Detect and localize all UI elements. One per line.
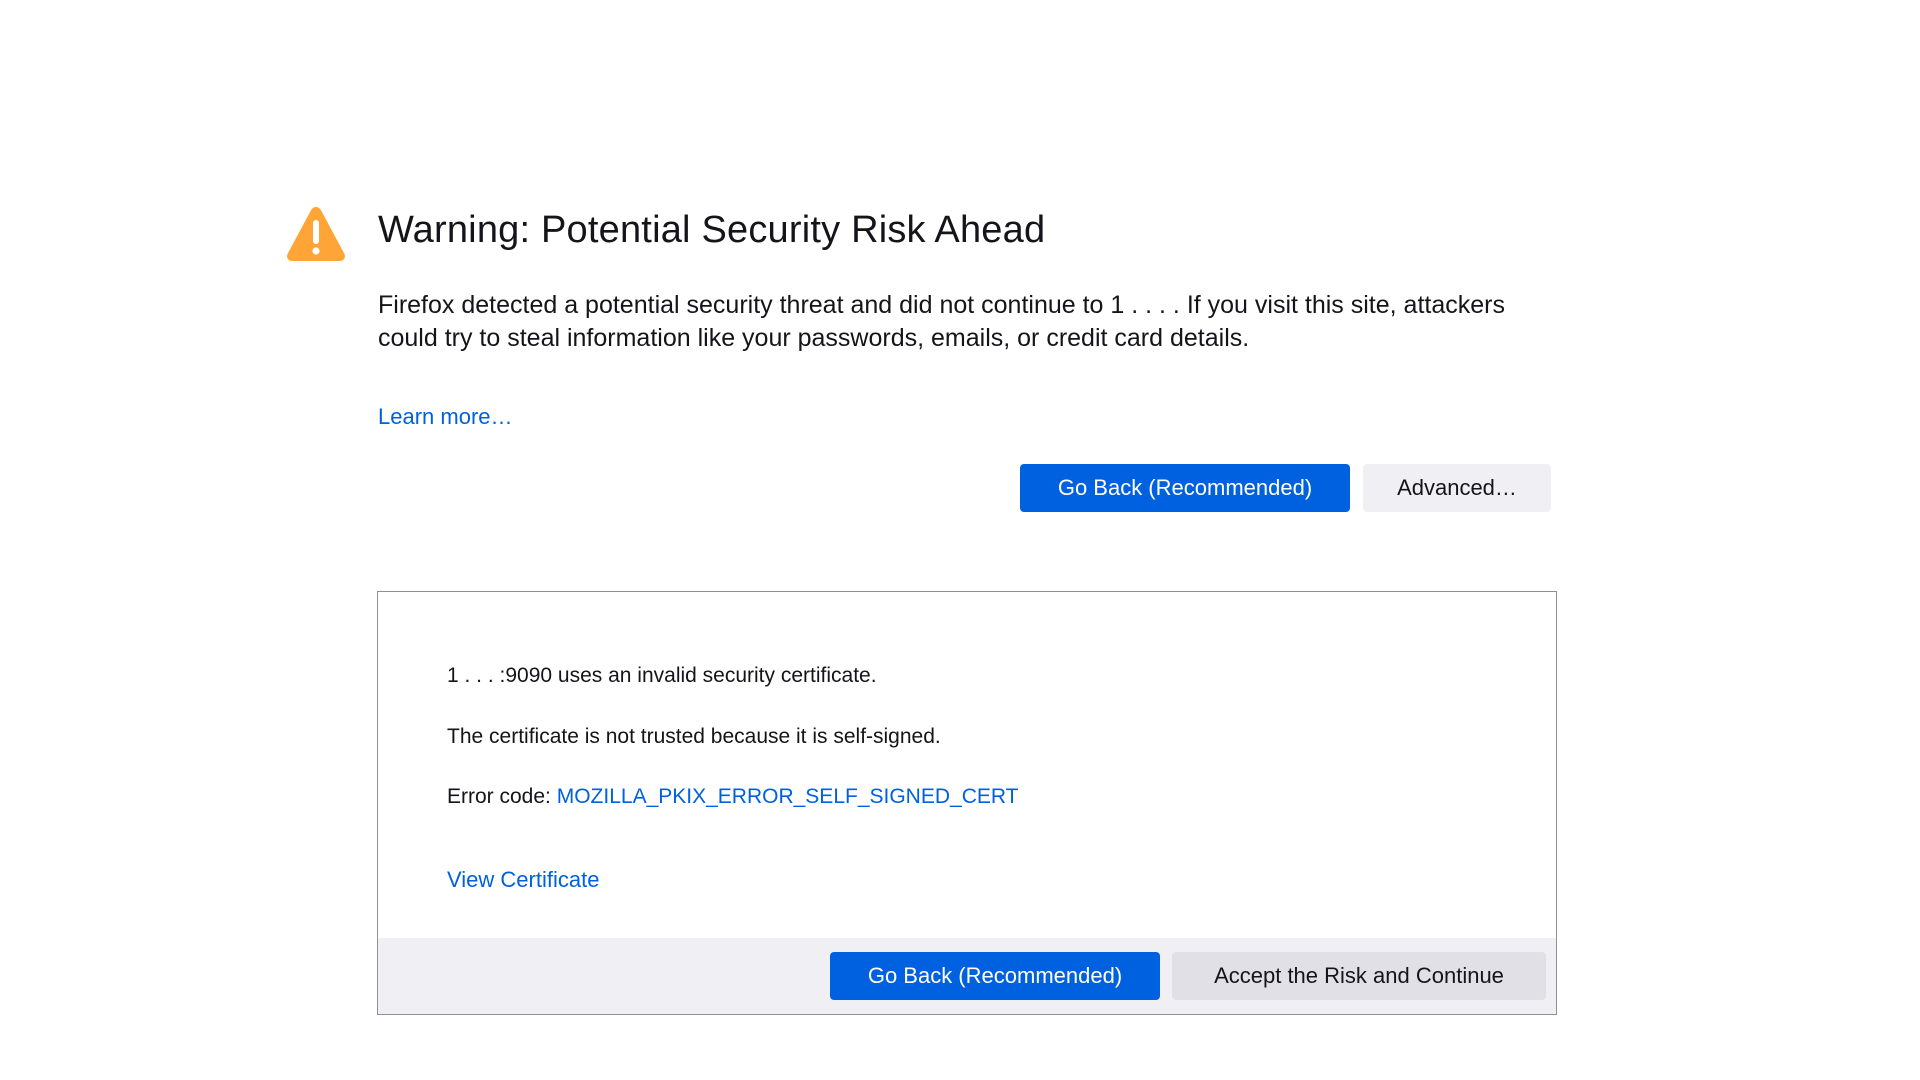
panel-go-back-button[interactable]: Go Back (Recommended) xyxy=(830,952,1160,1000)
warning-triangle-icon xyxy=(287,207,345,261)
advanced-panel: 1 . . . :9090 uses an invalid security c… xyxy=(377,591,1557,1015)
warning-description: Firefox detected a potential security th… xyxy=(378,291,1505,352)
accept-risk-button[interactable]: Accept the Risk and Continue xyxy=(1172,952,1546,1000)
view-certificate-link[interactable]: View Certificate xyxy=(447,865,599,895)
error-code-line: Error code: MOZILLA_PKIX_ERROR_SELF_SIGN… xyxy=(447,783,1018,811)
error-code-link[interactable]: MOZILLA_PKIX_ERROR_SELF_SIGNED_CERT xyxy=(557,785,1019,808)
go-back-button[interactable]: Go Back (Recommended) xyxy=(1020,464,1350,512)
security-warning-page: Warning: Potential Security Risk Ahead F… xyxy=(0,0,1920,1080)
learn-more-link[interactable]: Learn more… xyxy=(378,402,513,432)
error-code-label: Error code: xyxy=(447,785,557,808)
invalid-cert-text: 1 . . . :9090 uses an invalid security c… xyxy=(447,664,877,687)
cert-reason-text: The certificate is not trusted because i… xyxy=(447,725,941,748)
page-title: Warning: Potential Security Risk Ahead xyxy=(378,209,1046,251)
advanced-button[interactable]: Advanced… xyxy=(1363,464,1551,512)
advanced-panel-footer: Go Back (Recommended) Accept the Risk an… xyxy=(378,938,1556,1014)
